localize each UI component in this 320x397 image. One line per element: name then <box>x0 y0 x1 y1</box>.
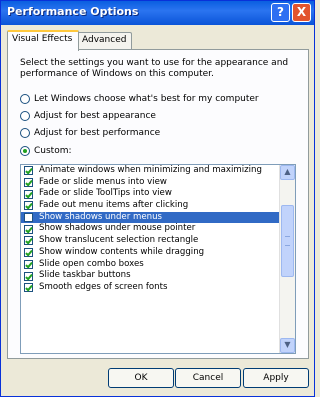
checkbox[interactable] <box>24 178 33 188</box>
vertical-scrollbar[interactable]: ▲ ▼ <box>279 165 295 353</box>
item-label: Slide open combo boxes <box>39 258 144 269</box>
checkbox[interactable] <box>24 213 33 223</box>
option-best-appearance[interactable]: Adjust for best appearance <box>20 111 156 125</box>
performance-options-dialog: Performance Options ? X Visual Effects A… <box>0 0 315 397</box>
window-title: Performance Options <box>7 5 139 18</box>
checkbox[interactable] <box>24 224 33 234</box>
checkbox[interactable] <box>24 236 33 246</box>
list-item[interactable]: Slide open combo boxes <box>21 259 281 271</box>
visual-effects-list[interactable]: Animate windows when minimizing and maxi… <box>20 164 296 354</box>
radio-button[interactable] <box>20 146 30 156</box>
checkbox[interactable] <box>24 271 33 281</box>
list-item[interactable]: Fade out menu items after clicking <box>21 200 281 212</box>
tab-advanced[interactable]: Advanced <box>77 32 132 49</box>
item-label: Slide taskbar buttons <box>39 270 131 281</box>
help-button[interactable]: ? <box>271 3 290 22</box>
list-item[interactable]: Show window contents while dragging <box>21 247 281 259</box>
item-label: Show translucent selection rectangle <box>39 235 199 246</box>
tab-panel: Select the settings you want to use for … <box>7 49 309 359</box>
list-item[interactable]: Show translucent selection rectangle <box>21 235 281 247</box>
option-best-performance[interactable]: Adjust for best performance <box>20 128 160 142</box>
ok-button[interactable]: OK <box>108 368 174 388</box>
scroll-up-arrow-icon[interactable]: ▲ <box>280 165 295 180</box>
option-label: Adjust for best appearance <box>34 111 156 121</box>
checkbox[interactable] <box>24 201 33 211</box>
option-custom[interactable]: Custom: <box>20 146 72 160</box>
list-item[interactable]: Animate windows when minimizing and maxi… <box>21 165 281 177</box>
title-bar[interactable]: Performance Options ? X <box>1 1 314 25</box>
list-item[interactable]: Fade or slide ToolTips into view <box>21 188 281 200</box>
apply-button[interactable]: Apply <box>243 368 309 388</box>
checkbox[interactable] <box>24 189 33 199</box>
item-label: Show shadows under menus <box>39 211 162 222</box>
list-item[interactable]: Show shadows under mouse pointer <box>21 223 281 235</box>
radio-button[interactable] <box>20 111 30 121</box>
scroll-down-arrow-icon[interactable]: ▼ <box>280 338 295 353</box>
checkbox[interactable] <box>24 283 33 293</box>
description-text: Select the settings you want to use for … <box>20 58 289 79</box>
option-label: Custom: <box>34 146 72 156</box>
item-label: Animate windows when minimizing and maxi… <box>39 165 262 175</box>
list-item[interactable]: Slide taskbar buttons <box>21 270 281 282</box>
cancel-button[interactable]: Cancel <box>175 368 241 388</box>
item-label: Smooth edges of screen fonts <box>39 281 168 292</box>
option-let-windows-choose[interactable]: Let Windows choose what's best for my co… <box>20 94 259 108</box>
checkbox[interactable] <box>24 166 33 176</box>
tab-visual-effects[interactable]: Visual Effects <box>7 30 79 51</box>
item-label: Fade or slide ToolTips into view <box>39 188 172 199</box>
option-label: Adjust for best performance <box>34 128 161 138</box>
radio-button[interactable] <box>20 94 30 104</box>
item-label: Fade out menu items after clicking <box>39 200 189 211</box>
item-label: Show window contents while dragging <box>39 246 205 257</box>
scroll-thumb[interactable] <box>281 205 294 277</box>
effects-items: Animate windows when minimizing and maxi… <box>21 165 281 294</box>
checkbox[interactable] <box>24 259 33 269</box>
list-item[interactable]: Smooth edges of screen fonts <box>21 282 281 294</box>
option-label: Let Windows choose what's best for my co… <box>34 94 259 104</box>
close-button[interactable]: X <box>292 3 311 22</box>
item-label: Show shadows under mouse pointer <box>39 223 196 234</box>
radio-button[interactable] <box>20 128 30 138</box>
item-label: Fade or slide menus into view <box>39 176 167 187</box>
list-item-selected[interactable]: Show shadows under menus <box>21 211 281 224</box>
checkbox[interactable] <box>24 248 33 258</box>
list-item[interactable]: Fade or slide menus into view <box>21 177 281 189</box>
